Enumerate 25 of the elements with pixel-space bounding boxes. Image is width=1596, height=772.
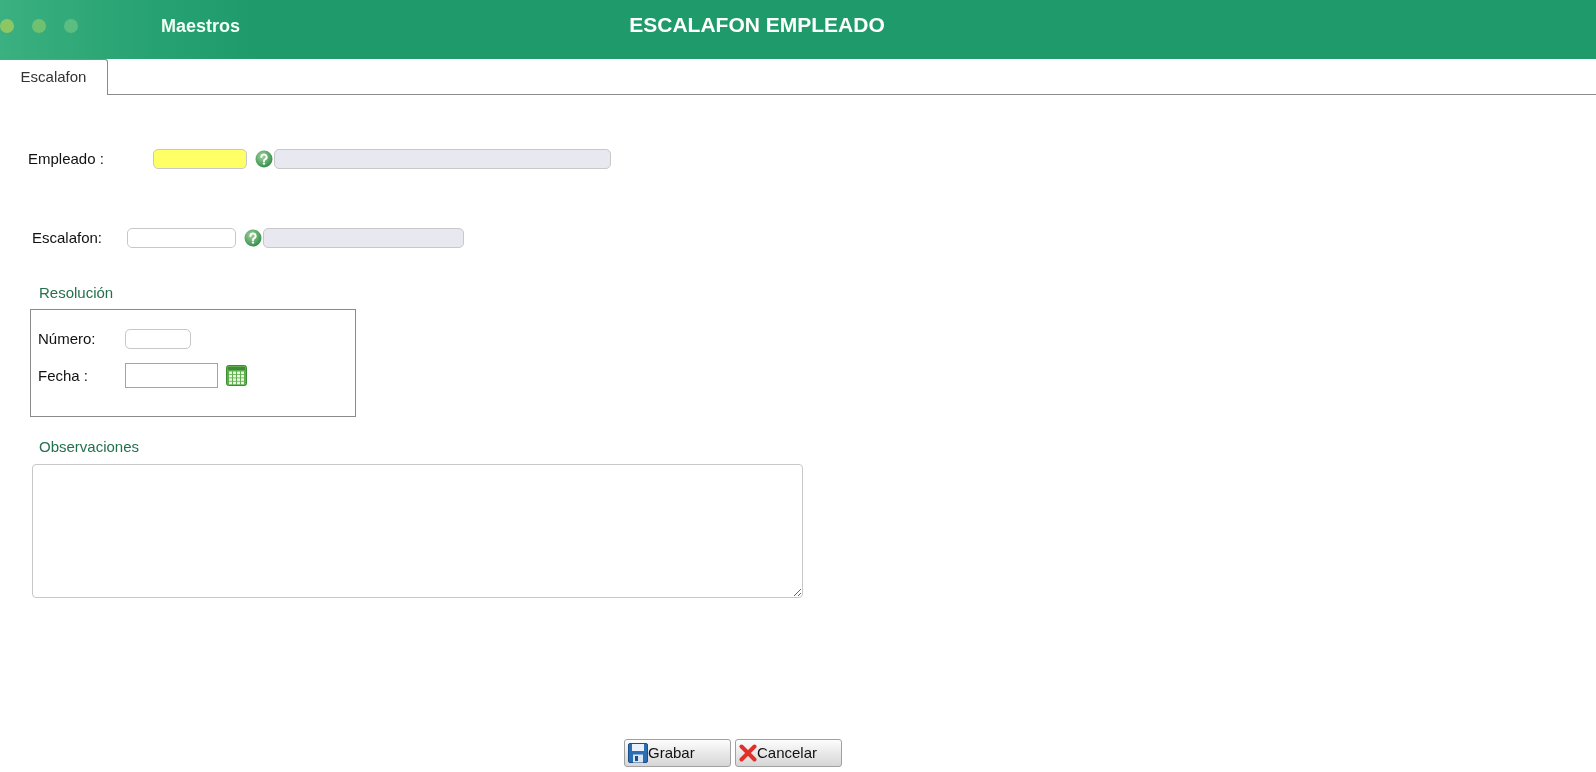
- module-title: Maestros: [161, 15, 241, 37]
- field-label: Fecha :: [38, 366, 90, 385]
- dot-icon: [64, 19, 78, 33]
- close-icon: [739, 744, 757, 762]
- code-field[interactable]: [127, 228, 236, 248]
- number-field[interactable]: [125, 329, 191, 349]
- section-title: Resolución: [39, 284, 114, 301]
- section-title: Observaciones: [39, 438, 140, 455]
- dot-icon: [0, 19, 14, 33]
- field-label: Empleado :: [28, 150, 105, 168]
- description-field[interactable]: [263, 228, 464, 248]
- code-field[interactable]: [153, 149, 247, 169]
- dot-icon: [32, 19, 46, 33]
- save-button[interactable]: Grabar: [624, 739, 731, 767]
- field-label: Número:: [38, 330, 97, 348]
- notes-field[interactable]: [32, 464, 803, 598]
- tab[interactable]: Escalafon: [0, 59, 108, 95]
- field-label: Escalafon:: [32, 229, 104, 247]
- help-icon[interactable]: [255, 150, 273, 168]
- cancel-button[interactable]: Cancelar: [735, 739, 842, 767]
- help-icon[interactable]: [244, 229, 262, 247]
- date-field[interactable]: [125, 363, 218, 388]
- description-field[interactable]: [274, 149, 611, 169]
- page-title: ESCALAFON EMPLEADO: [629, 13, 885, 37]
- calendar-icon[interactable]: [226, 365, 247, 386]
